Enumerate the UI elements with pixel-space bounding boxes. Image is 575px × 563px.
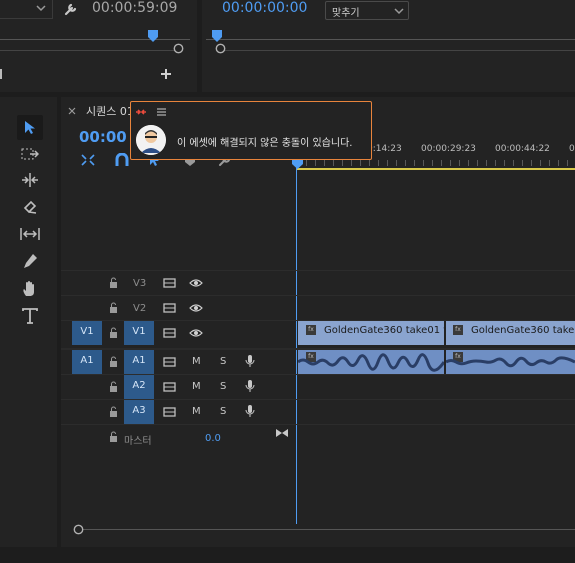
audio-clip[interactable]: fx: [298, 350, 444, 374]
source-timecode[interactable]: 00:00:59:09: [92, 0, 177, 16]
track-target-v1[interactable]: V1: [124, 321, 154, 345]
master-volume-value[interactable]: 0.0: [205, 433, 221, 444]
video-clip[interactable]: fx GoldenGate360 take01 v01: [298, 321, 444, 345]
conflict-tooltip: 이 에셋에 해결되지 않은 충돌이 있습니다.: [130, 101, 372, 160]
program-playhead-marker[interactable]: [212, 30, 222, 42]
chevron-down-icon: [394, 7, 404, 15]
ripple-edit-icon[interactable]: [21, 173, 39, 187]
source-zoom-scrollbar[interactable]: [0, 44, 178, 51]
timeline-scroll-handle[interactable]: [73, 524, 84, 535]
close-tab-icon[interactable]: [68, 107, 76, 115]
timeline-scrollbar[interactable]: [78, 529, 575, 530]
film-toggle-icon[interactable]: [163, 303, 176, 313]
ruler-tick-label: 00: [569, 144, 575, 154]
track-target-a2[interactable]: A2: [124, 375, 154, 399]
work-area-bar[interactable]: [297, 168, 575, 170]
selection-tool[interactable]: [17, 115, 43, 140]
track-name-v3: V3: [133, 278, 147, 289]
solo-button[interactable]: S: [220, 381, 226, 392]
sync-lock-icon[interactable]: [163, 382, 176, 392]
source-mini-ruler[interactable]: [0, 33, 190, 40]
track-divider: [61, 424, 575, 425]
mute-button[interactable]: M: [192, 356, 201, 367]
audio-clip[interactable]: fx: [446, 350, 575, 374]
microphone-icon[interactable]: [245, 404, 255, 418]
ruler-ticks: [297, 160, 575, 166]
program-timecode[interactable]: 00:00:00:00: [222, 0, 307, 16]
lock-icon[interactable]: [109, 302, 118, 313]
pen-tool-icon[interactable]: [22, 253, 38, 270]
video-clip-label: GoldenGate360 take01 v01: [324, 325, 444, 336]
hand-tool-icon[interactable]: [22, 280, 38, 298]
timeline-timecode[interactable]: 00:00: [79, 128, 127, 146]
snap-magnet-icon[interactable]: [115, 153, 129, 167]
program-zoom-scrollbar[interactable]: [216, 44, 575, 51]
slip-tool-icon[interactable]: [20, 227, 40, 241]
sync-lock-icon[interactable]: [163, 407, 176, 417]
solo-button[interactable]: S: [220, 356, 226, 367]
mute-button[interactable]: M: [192, 381, 201, 392]
fit-dropdown-label: 맞추기: [332, 8, 360, 19]
source-dropdown[interactable]: [0, 0, 53, 19]
lock-icon[interactable]: [109, 381, 118, 392]
track-divider: [61, 295, 575, 296]
nest-toggle-icon[interactable]: [80, 153, 96, 167]
sequence-tab[interactable]: 시퀀스 01: [86, 103, 134, 119]
eye-icon[interactable]: [189, 303, 203, 313]
microphone-icon[interactable]: [245, 354, 255, 368]
track-divider: [61, 270, 575, 271]
track-target-a1[interactable]: A1: [124, 350, 154, 374]
audio-waveform: [298, 353, 444, 372]
track-name-v2: V2: [133, 303, 147, 314]
video-clip-label: GoldenGate360 take01: [471, 325, 575, 336]
conflict-tooltip-text: 이 에셋에 해결되지 않은 충돌이 있습니다.: [177, 138, 353, 149]
fx-badge: fx: [453, 325, 463, 335]
fit-dropdown[interactable]: 맞추기: [325, 1, 409, 20]
master-track-label: 마스터: [124, 436, 152, 447]
type-tool-icon[interactable]: [22, 308, 38, 324]
source-playhead-marker[interactable]: [148, 30, 158, 42]
film-toggle-icon[interactable]: [163, 328, 176, 338]
sync-lock-icon[interactable]: [163, 357, 176, 367]
track-select-forward-icon[interactable]: [21, 147, 39, 161]
ruler-tick-label: 00:00:29:23: [421, 144, 476, 154]
mute-button[interactable]: M: [192, 406, 201, 417]
audio-waveform: [446, 356, 575, 368]
wrench-icon[interactable]: [64, 2, 78, 16]
ruler-tick-label: 00:00:44:22: [495, 144, 550, 154]
timeline-playhead-line[interactable]: [296, 160, 297, 524]
lock-icon[interactable]: [109, 406, 118, 417]
source-patch-v1[interactable]: V1: [72, 321, 102, 345]
program-mini-ruler[interactable]: [206, 33, 575, 40]
video-clip[interactable]: fx GoldenGate360 take01: [446, 321, 575, 345]
lock-icon[interactable]: [109, 327, 118, 338]
program-zoom-handle[interactable]: [215, 43, 226, 54]
track-target-a3[interactable]: A3: [124, 400, 154, 424]
go-to-end-icon[interactable]: [275, 428, 289, 438]
eye-icon[interactable]: [189, 328, 203, 338]
ruler-tick-label: 0:14:23: [367, 144, 402, 154]
conflict-warning-icon[interactable]: [135, 107, 147, 117]
lock-icon[interactable]: [109, 277, 118, 288]
hamburger-menu-icon[interactable]: [157, 108, 166, 116]
microphone-icon[interactable]: [245, 379, 255, 393]
source-patch-a1[interactable]: A1: [72, 350, 102, 374]
selection-arrow-icon: [24, 120, 36, 135]
fx-badge: fx: [306, 325, 316, 335]
bottom-bar: [0, 547, 575, 563]
razor-tool-icon[interactable]: [22, 199, 38, 215]
lock-icon[interactable]: [109, 431, 118, 442]
source-left-bar: [0, 69, 2, 79]
film-toggle-icon[interactable]: [163, 278, 176, 288]
lock-icon[interactable]: [109, 356, 118, 367]
source-zoom-handle[interactable]: [173, 43, 184, 54]
eye-icon[interactable]: [189, 278, 203, 288]
solo-button[interactable]: S: [220, 406, 226, 417]
chevron-down-icon: [36, 4, 46, 12]
avatar: [136, 125, 166, 155]
add-button-icon[interactable]: [160, 68, 172, 80]
